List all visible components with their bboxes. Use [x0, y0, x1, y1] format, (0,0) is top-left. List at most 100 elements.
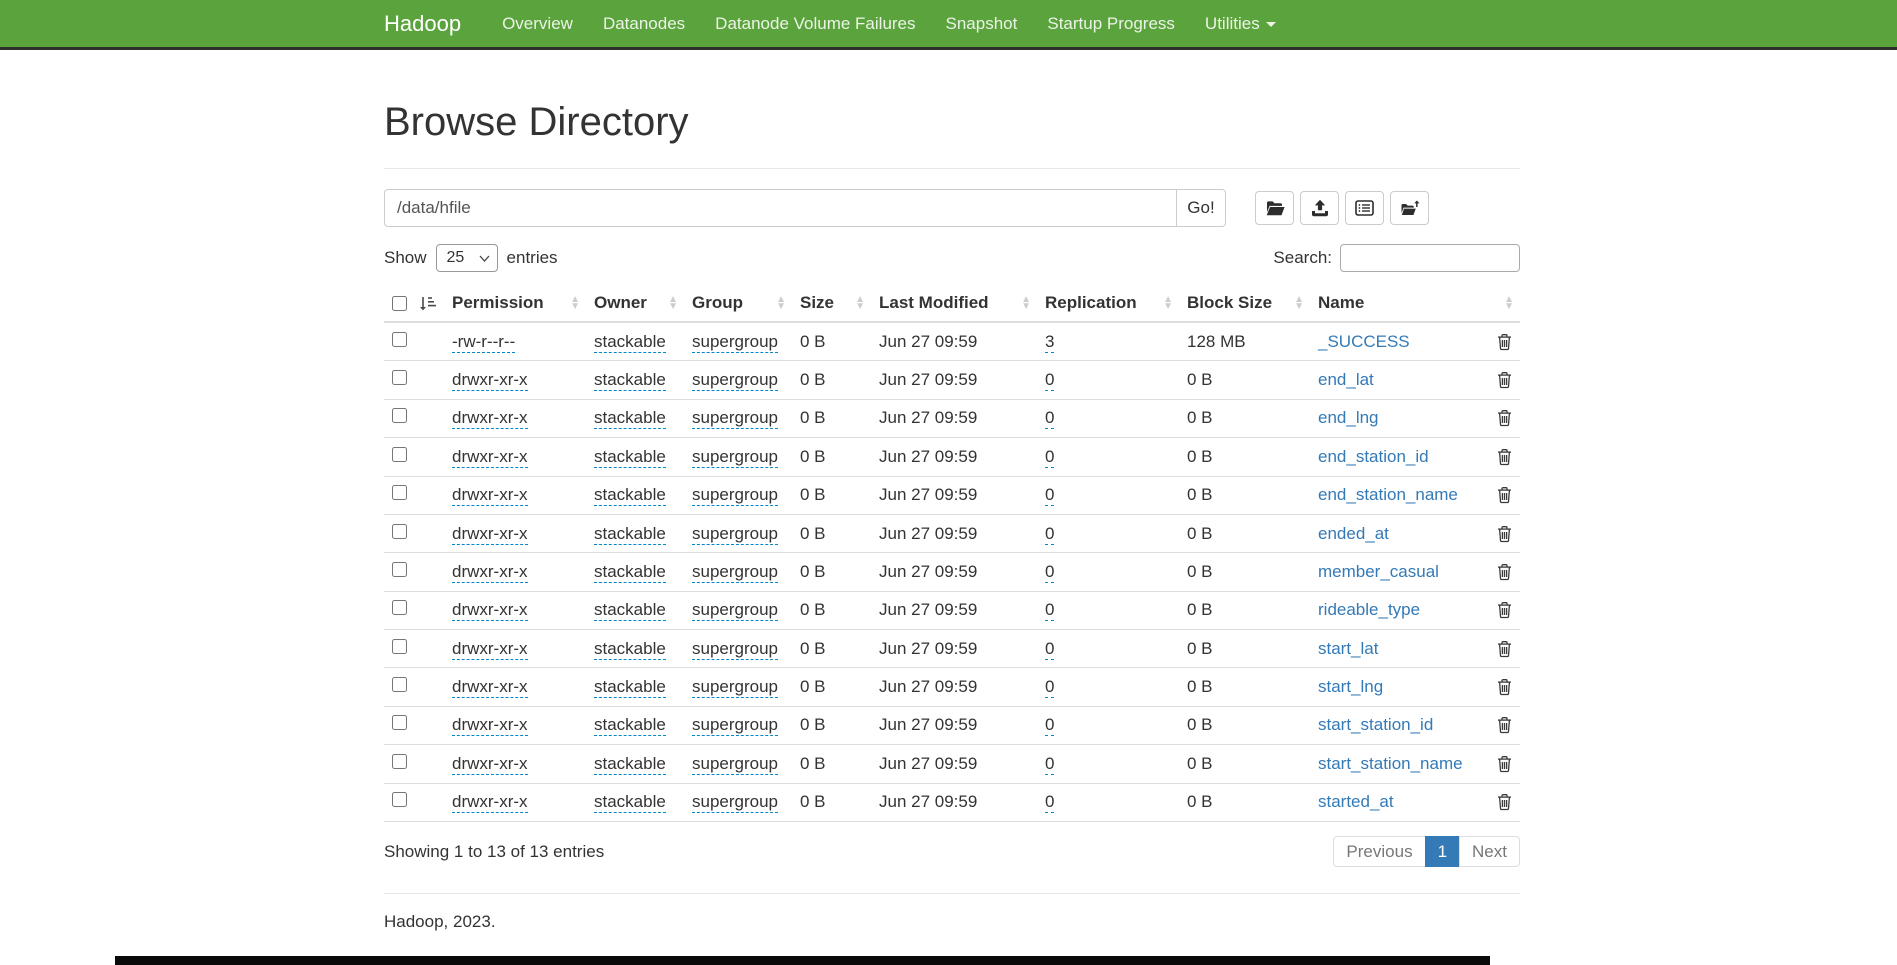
file-link[interactable]: start_lat: [1318, 639, 1378, 658]
file-link[interactable]: end_lat: [1318, 370, 1374, 389]
owner-value[interactable]: stackable: [594, 562, 666, 583]
delete-button[interactable]: [1497, 372, 1512, 389]
replication-value[interactable]: 0: [1045, 639, 1054, 660]
header-owner[interactable]: Owner▲▼: [586, 285, 684, 322]
nav-item[interactable]: Datanodes: [588, 1, 700, 47]
search-input[interactable]: [1340, 244, 1520, 272]
delete-button[interactable]: [1497, 525, 1512, 542]
replication-value[interactable]: 0: [1045, 600, 1054, 621]
replication-value[interactable]: 0: [1045, 370, 1054, 391]
brand-link[interactable]: Hadoop: [384, 11, 461, 37]
replication-value[interactable]: 0: [1045, 792, 1054, 813]
delete-button[interactable]: [1497, 717, 1512, 734]
delete-button[interactable]: [1497, 333, 1512, 350]
permission-value[interactable]: drwxr-xr-x: [452, 370, 528, 391]
group-value[interactable]: supergroup: [692, 792, 778, 813]
file-link[interactable]: rideable_type: [1318, 600, 1420, 619]
file-link[interactable]: start_station_id: [1318, 715, 1433, 734]
row-checkbox[interactable]: [392, 639, 407, 654]
row-checkbox[interactable]: [392, 447, 407, 462]
pagination-next[interactable]: Next: [1460, 836, 1520, 867]
row-checkbox[interactable]: [392, 562, 407, 577]
permission-value[interactable]: drwxr-xr-x: [452, 792, 528, 813]
group-value[interactable]: supergroup: [692, 524, 778, 545]
owner-value[interactable]: stackable: [594, 677, 666, 698]
replication-value[interactable]: 0: [1045, 524, 1054, 545]
owner-value[interactable]: stackable: [594, 639, 666, 660]
permission-value[interactable]: drwxr-xr-x: [452, 600, 528, 621]
file-link[interactable]: end_station_name: [1318, 485, 1458, 504]
replication-value[interactable]: 0: [1045, 562, 1054, 583]
group-value[interactable]: supergroup: [692, 447, 778, 468]
owner-value[interactable]: stackable: [594, 754, 666, 775]
replication-value[interactable]: 0: [1045, 485, 1054, 506]
delete-button[interactable]: [1497, 602, 1512, 619]
row-checkbox[interactable]: [392, 600, 407, 615]
replication-value[interactable]: 0: [1045, 754, 1054, 775]
row-checkbox[interactable]: [392, 332, 407, 347]
group-value[interactable]: supergroup: [692, 485, 778, 506]
file-link[interactable]: start_lng: [1318, 677, 1383, 696]
go-button[interactable]: Go!: [1176, 189, 1226, 227]
pagination-previous[interactable]: Previous: [1333, 836, 1425, 867]
file-link[interactable]: started_at: [1318, 792, 1394, 811]
owner-value[interactable]: stackable: [594, 447, 666, 468]
delete-button[interactable]: [1497, 755, 1512, 772]
group-value[interactable]: supergroup: [692, 639, 778, 660]
owner-value[interactable]: stackable: [594, 715, 666, 736]
utilities-dropdown[interactable]: Utilities: [1190, 1, 1291, 47]
header-replication[interactable]: Replication▲▼: [1037, 285, 1179, 322]
file-link[interactable]: end_station_id: [1318, 447, 1429, 466]
permission-value[interactable]: drwxr-xr-x: [452, 754, 528, 775]
permission-value[interactable]: -rw-r--r--: [452, 332, 515, 353]
delete-button[interactable]: [1497, 487, 1512, 504]
file-link[interactable]: end_lng: [1318, 408, 1379, 427]
permission-value[interactable]: drwxr-xr-x: [452, 447, 528, 468]
owner-value[interactable]: stackable: [594, 792, 666, 813]
header-last-modified[interactable]: Last Modified▲▼: [871, 285, 1037, 322]
nav-item[interactable]: Overview: [487, 1, 588, 47]
permission-value[interactable]: drwxr-xr-x: [452, 408, 528, 429]
header-block-size[interactable]: Block Size▲▼: [1179, 285, 1310, 322]
replication-value[interactable]: 0: [1045, 677, 1054, 698]
replication-value[interactable]: 0: [1045, 715, 1054, 736]
row-checkbox[interactable]: [392, 754, 407, 769]
file-info-button[interactable]: [1345, 191, 1384, 225]
pagination-page-1[interactable]: 1: [1426, 836, 1460, 867]
delete-button[interactable]: [1497, 679, 1512, 696]
upload-file-button[interactable]: [1300, 191, 1339, 225]
header-group[interactable]: Group▲▼: [684, 285, 792, 322]
row-checkbox[interactable]: [392, 485, 407, 500]
group-value[interactable]: supergroup: [692, 332, 778, 353]
owner-value[interactable]: stackable: [594, 600, 666, 621]
permission-value[interactable]: drwxr-xr-x: [452, 677, 528, 698]
owner-value[interactable]: stackable: [594, 485, 666, 506]
delete-button[interactable]: [1497, 410, 1512, 427]
replication-value[interactable]: 0: [1045, 408, 1054, 429]
delete-button[interactable]: [1497, 640, 1512, 657]
row-checkbox[interactable]: [392, 792, 407, 807]
owner-value[interactable]: stackable: [594, 370, 666, 391]
owner-value[interactable]: stackable: [594, 524, 666, 545]
group-value[interactable]: supergroup: [692, 715, 778, 736]
permission-value[interactable]: drwxr-xr-x: [452, 639, 528, 660]
file-link[interactable]: ended_at: [1318, 524, 1389, 543]
group-value[interactable]: supergroup: [692, 677, 778, 698]
file-link[interactable]: start_station_name: [1318, 754, 1463, 773]
header-permission[interactable]: Permission▲▼: [444, 285, 586, 322]
group-value[interactable]: supergroup: [692, 600, 778, 621]
group-value[interactable]: supergroup: [692, 754, 778, 775]
replication-value[interactable]: 0: [1045, 447, 1054, 468]
row-checkbox[interactable]: [392, 370, 407, 385]
owner-value[interactable]: stackable: [594, 332, 666, 353]
row-checkbox[interactable]: [392, 408, 407, 423]
delete-button[interactable]: [1497, 563, 1512, 580]
create-directory-button[interactable]: [1255, 191, 1294, 225]
nav-item[interactable]: Startup Progress: [1032, 1, 1190, 47]
row-checkbox[interactable]: [392, 524, 407, 539]
group-value[interactable]: supergroup: [692, 408, 778, 429]
file-link[interactable]: member_casual: [1318, 562, 1439, 581]
page-size-select[interactable]: 25: [436, 244, 498, 272]
file-link[interactable]: _SUCCESS: [1318, 332, 1410, 351]
row-checkbox[interactable]: [392, 715, 407, 730]
